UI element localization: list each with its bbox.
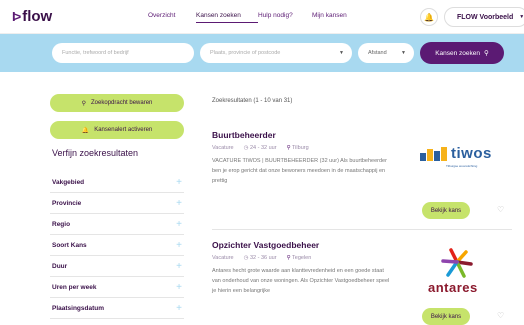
filter-label: Soort Kans [52, 241, 87, 249]
distance-select[interactable]: Afstand ▼ [358, 43, 414, 63]
filter-regio[interactable]: Regio + [50, 214, 184, 235]
main-nav: Overzicht Kansen zoeken Hulp nodig? Mijn… [148, 12, 372, 23]
bell-icon: 🔔 [81, 127, 90, 134]
filter-duur[interactable]: Duur + [50, 256, 184, 277]
result-title-link[interactable]: Buurtbeheerder [212, 130, 508, 140]
location-input[interactable]: Plaats, provincie of postcode ▼ [200, 43, 352, 63]
filter-uren-per-week[interactable]: Uren per week + [50, 277, 184, 298]
filter-label: Uren per week [52, 283, 97, 291]
tiwos-logo-subtext: Tilburgse woonstichting [446, 164, 478, 168]
filter-vakgebied[interactable]: Vakgebied + [50, 172, 184, 193]
top-navigation-bar: I> flow Overzicht Kansen zoeken Hulp nod… [0, 0, 524, 34]
search-band: Functie, trefwoord of bedrijf Plaats, pr… [0, 34, 524, 72]
flow-logo-mark-icon: I> [12, 9, 21, 24]
filter-label: Regio [52, 220, 71, 228]
nav-kansen-zoeken[interactable]: Kansen zoeken [196, 12, 258, 23]
results-panel: Zoekresultaten (1 - 10 van 31) Buurtbehe… [212, 98, 512, 325]
result-hours-wrap: ◷ 32 - 36 uur [244, 255, 277, 261]
filter-label: Duur [52, 262, 68, 270]
chevron-down-icon: ▼ [339, 50, 344, 56]
antares-logo-text: antares [428, 280, 478, 295]
result-type: Vacature [212, 255, 234, 261]
distance-label: Afstand [368, 50, 387, 56]
plus-icon: + [176, 176, 182, 188]
activate-alert-button[interactable]: 🔔 Kansenalert activeren [50, 121, 184, 139]
nav-hulp-nodig[interactable]: Hulp nodig? [258, 12, 312, 23]
filter-list: Vakgebied + Provincie + Regio + Soort Kans +… [50, 172, 184, 319]
view-opportunity-button[interactable]: Bekijk kans [422, 202, 470, 219]
flow-logo-text: flow [22, 8, 53, 25]
result-divider [212, 229, 512, 230]
result-location-wrap: ⚲ Tegelen [287, 255, 312, 261]
nav-mijn-kansen[interactable]: Mijn kansen [312, 12, 372, 23]
location-pin-icon: ⚲ [286, 145, 291, 151]
plus-icon: + [176, 239, 182, 251]
result-location-wrap: ⚲ Tilburg [287, 145, 309, 151]
flow-logo[interactable]: I> flow [12, 8, 52, 25]
search-icon: ⚲ [81, 100, 87, 107]
plus-icon: + [176, 197, 182, 209]
search-icon: ⚲ [484, 50, 489, 57]
tiwos-houses-icon [420, 146, 447, 161]
plus-icon: + [176, 281, 182, 293]
activate-alert-label: Kansenalert activeren [94, 127, 153, 133]
tiwos-logo: tiwos [420, 145, 492, 162]
plus-icon: + [176, 218, 182, 230]
chevron-down-icon: ▼ [401, 50, 406, 56]
result-location: Tegelen [292, 255, 312, 261]
filter-label: Vakgebied [52, 178, 85, 186]
plus-icon: + [176, 260, 182, 272]
search-button-label: Kansen zoeken [435, 49, 481, 57]
notification-bell-icon[interactable]: 🔔 [420, 8, 438, 26]
filter-provincie[interactable]: Provincie + [50, 193, 184, 214]
tiwos-logo-text: tiwos [451, 145, 492, 162]
view-opportunity-button[interactable]: Bekijk kans [422, 308, 470, 325]
result-type: Vacature [212, 145, 234, 151]
nav-overzicht[interactable]: Overzicht [148, 12, 196, 23]
user-name: FLOW Voorbeeld [457, 13, 514, 21]
sidebar: ⚲ Zoekopdracht bewaren 🔔 Kansenalert act… [50, 94, 184, 319]
clock-icon: ◷ [243, 145, 249, 151]
filter-soort-kans[interactable]: Soort Kans + [50, 235, 184, 256]
heart-icon[interactable]: ♡ [497, 311, 504, 320]
clock-icon: ◷ [243, 255, 249, 261]
save-search-button[interactable]: ⚲ Zoekopdracht bewaren [50, 94, 184, 112]
filter-label: Plaatsingsdatum [52, 304, 105, 312]
user-menu-button[interactable]: FLOW Voorbeeld ▼ [444, 7, 524, 27]
heart-icon[interactable]: ♡ [497, 205, 504, 214]
result-location: Tilburg [292, 145, 309, 151]
location-placeholder: Plaats, provincie of postcode [210, 50, 281, 56]
keyword-search-input[interactable]: Functie, trefwoord of bedrijf [52, 43, 194, 63]
plus-icon: + [176, 302, 182, 314]
antares-star-icon [441, 248, 473, 278]
chevron-down-icon: ▼ [519, 14, 524, 20]
result-hours: 32 - 36 uur [249, 255, 277, 261]
result-description: Antares hecht grote waarde aan klanttevr… [212, 268, 390, 294]
results-count: Zoekresultaten (1 - 10 van 31) [212, 98, 293, 104]
result-hours: 24 - 32 uur [249, 145, 277, 151]
result-description: VACATURE TIWOS | BUURTBEHEERDER (32 uur)… [212, 158, 387, 184]
save-search-label: Zoekopdracht bewaren [91, 100, 153, 106]
result-hours-wrap: ◷ 24 - 32 uur [244, 145, 277, 151]
filter-plaatsingsdatum[interactable]: Plaatsingsdatum + [50, 298, 184, 319]
keyword-placeholder: Functie, trefwoord of bedrijf [62, 50, 129, 56]
search-button[interactable]: Kansen zoeken ⚲ [420, 42, 504, 64]
refine-title: Verfijn zoekresultaten [52, 148, 139, 158]
filter-label: Provincie [52, 199, 82, 207]
location-pin-icon: ⚲ [286, 255, 291, 261]
